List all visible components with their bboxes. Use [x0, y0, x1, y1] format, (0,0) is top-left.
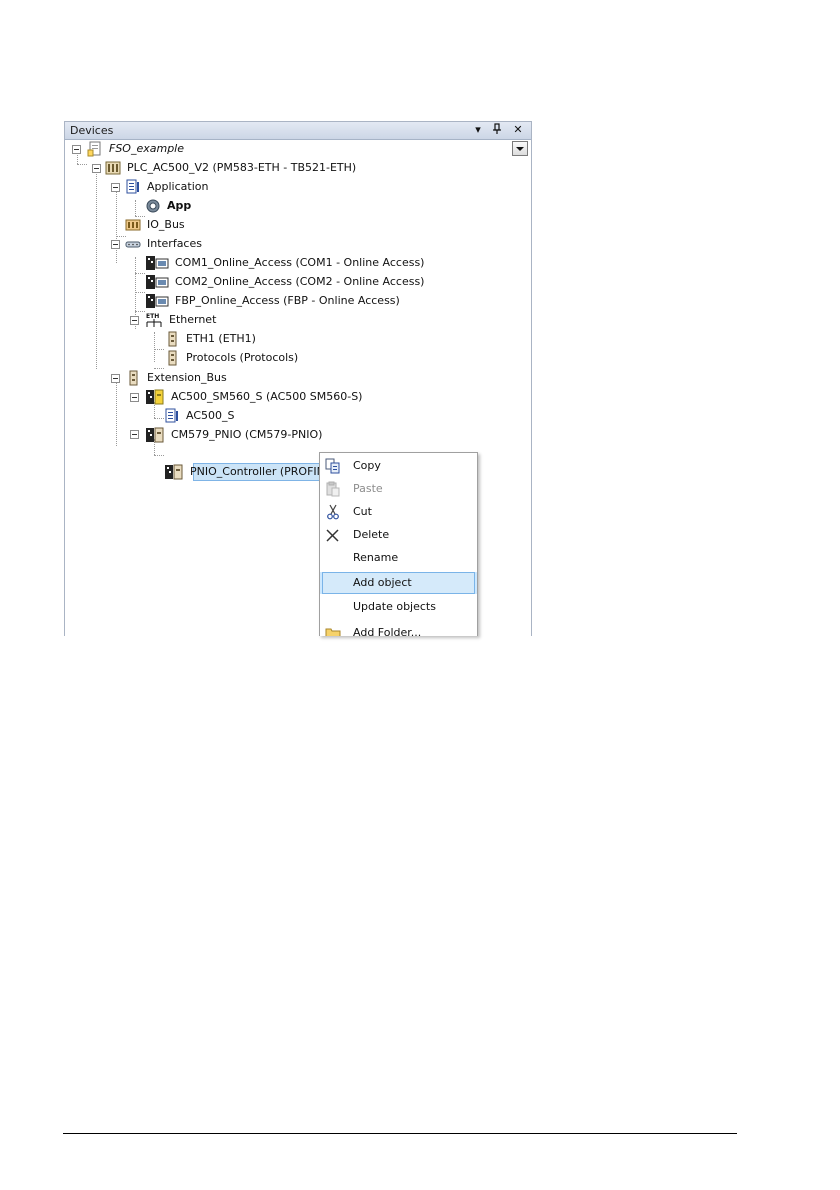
tree-item-interfaces[interactable]: Interfaces: [125, 235, 204, 253]
collapse-toggle[interactable]: [130, 430, 139, 439]
tree-item-sm560[interactable]: AC500_SM560_S (AC500 SM560-S): [145, 388, 364, 406]
tree-item-label: Application: [147, 180, 209, 193]
panel-menu-dropdown-icon[interactable]: ▾: [471, 123, 485, 137]
collapse-toggle[interactable]: [72, 145, 81, 154]
module-icon: [168, 331, 177, 347]
tree-item-io-bus[interactable]: IO_Bus: [125, 216, 187, 234]
collapse-toggle[interactable]: [111, 374, 120, 383]
menu-item-add-folder[interactable]: Add Folder...: [320, 622, 477, 636]
tree-item-label: Extension_Bus: [147, 371, 227, 384]
panel-header: Devices ▾ ✕: [65, 122, 531, 140]
module-icon: [168, 350, 177, 366]
tree-item-label: AC500_S: [186, 409, 235, 422]
menu-item-cut[interactable]: Cut: [320, 501, 477, 523]
tree-item-eth1[interactable]: ETH1 (ETH1): [164, 330, 258, 348]
io-bus-icon: [125, 219, 141, 231]
tree-item-com2[interactable]: COM2_Online_Access (COM2 - Online Access…: [145, 273, 426, 291]
tree-item-ac500-s[interactable]: AC500_S: [164, 407, 237, 425]
menu-item-paste: Paste: [320, 478, 477, 500]
online-access-icon: [146, 294, 169, 308]
collapse-toggle[interactable]: [130, 316, 139, 325]
project-icon: [87, 141, 101, 157]
ethernet-network-icon: ETH: [146, 313, 162, 327]
tree-item-ethernet[interactable]: ETH Ethernet: [145, 311, 218, 329]
tree-item-application[interactable]: Application: [125, 178, 210, 196]
menu-item-label: Rename: [353, 551, 399, 564]
tree-item-label: Interfaces: [147, 237, 202, 250]
tree-item-label: AC500_SM560_S (AC500 SM560-S): [171, 390, 363, 403]
plc-device-icon: [105, 161, 121, 175]
menu-item-label: Cut: [353, 505, 372, 518]
menu-item-label: Copy: [353, 459, 381, 472]
page-footer-rule: [63, 1133, 737, 1134]
tree-item-app[interactable]: App: [145, 197, 193, 215]
tree-dropdown-button[interactable]: [512, 141, 528, 156]
communication-module-icon: [146, 427, 164, 443]
application-icon: [126, 179, 139, 194]
tree-item-label: ETH1 (ETH1): [186, 332, 256, 345]
collapse-toggle[interactable]: [92, 164, 101, 173]
tree-item-label: PLC_AC500_V2 (PM583-ETH - TB521-ETH): [127, 161, 357, 174]
tree-item-fbp[interactable]: FBP_Online_Access (FBP - Online Access): [145, 292, 402, 310]
menu-item-label: Delete: [353, 528, 390, 541]
context-menu: Copy Paste Cut Delete Rename Add object …: [319, 452, 478, 636]
tree-item-label: CM579_PNIO (CM579-PNIO): [171, 428, 323, 441]
svg-text:ETH: ETH: [146, 313, 159, 320]
panel-title: Devices: [70, 124, 114, 137]
menu-item-update-objects[interactable]: Update objects: [320, 596, 477, 618]
tree-item-label: Protocols (Protocols): [186, 351, 299, 364]
folder-icon: [325, 628, 341, 636]
tree-item-label: COM2_Online_Access (COM2 - Online Access…: [175, 275, 425, 288]
tree-item-cm579[interactable]: CM579_PNIO (CM579-PNIO): [145, 426, 324, 444]
tree-item-label: App: [167, 199, 192, 212]
tree-item-label: IO_Bus: [147, 218, 185, 231]
collapse-toggle[interactable]: [111, 183, 120, 192]
menu-item-label: Update objects: [353, 600, 436, 613]
menu-item-label: Add object: [353, 576, 412, 589]
menu-item-rename[interactable]: Rename: [320, 547, 477, 569]
menu-item-add-object[interactable]: Add object: [320, 572, 477, 594]
paste-icon: [326, 481, 340, 497]
collapse-toggle[interactable]: [130, 393, 139, 402]
application-icon: [165, 408, 178, 423]
communication-module-icon: [165, 464, 183, 480]
menu-item-copy[interactable]: Copy: [320, 455, 477, 477]
safety-module-icon: [146, 389, 164, 405]
tree-item-label: COM1_Online_Access (COM1 - Online Access…: [175, 256, 425, 269]
tree-item-plc[interactable]: PLC_AC500_V2 (PM583-ETH - TB521-ETH): [105, 159, 358, 177]
tree-item-extension-bus[interactable]: Extension_Bus: [125, 369, 229, 387]
menu-item-label: Paste: [353, 482, 383, 495]
module-icon: [129, 370, 138, 386]
interface-connector-icon: [125, 241, 141, 248]
online-access-icon: [146, 275, 169, 289]
menu-item-label: Add Folder...: [353, 626, 422, 636]
tree-item-label: Ethernet: [169, 313, 217, 326]
delete-x-icon: [326, 529, 339, 542]
copy-icon: [325, 458, 340, 474]
close-icon[interactable]: ✕: [511, 123, 525, 137]
pin-icon[interactable]: [490, 123, 504, 137]
collapse-toggle[interactable]: [111, 240, 120, 249]
tree-item-project[interactable]: FSO_example: [87, 140, 186, 158]
scissors-icon: [327, 504, 339, 520]
tree-item-label: FSO_example: [109, 142, 185, 155]
tree-item-com1[interactable]: COM1_Online_Access (COM1 - Online Access…: [145, 254, 426, 272]
online-access-icon: [146, 256, 169, 270]
tree-item-label: FBP_Online_Access (FBP - Online Access): [175, 294, 400, 307]
gear-icon: [146, 199, 160, 213]
tree-item-protocols[interactable]: Protocols (Protocols): [164, 349, 300, 367]
menu-item-delete[interactable]: Delete: [320, 524, 477, 546]
